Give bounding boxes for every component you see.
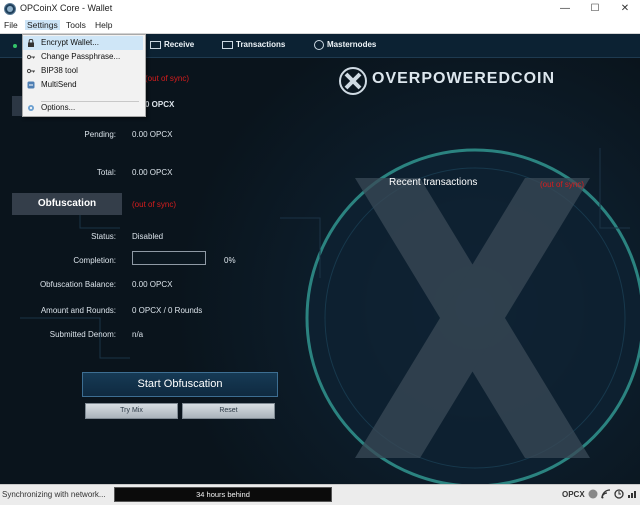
overview-dot-icon[interactable] <box>13 44 17 48</box>
unit-selector[interactable]: OPCX <box>562 490 585 499</box>
obfuscation-out-of-sync: (out of sync) <box>132 200 177 209</box>
sync-icon <box>614 489 624 499</box>
network-icon <box>628 491 636 498</box>
menu-file[interactable]: File <box>4 20 18 30</box>
pending-value: 0.00 OPCX <box>132 130 173 139</box>
sync-progress-bar: 34 hours behind <box>114 487 332 502</box>
menu-tools[interactable]: Tools <box>66 20 86 30</box>
nav-transactions[interactable]: Transactions <box>222 40 285 49</box>
menu-item-multisend[interactable]: MultiSend <box>23 78 143 92</box>
recent-transactions-title: Recent transactions <box>389 177 478 188</box>
total-label: Total: <box>96 168 116 177</box>
available-balance: 0 OPCX <box>145 100 175 109</box>
menu-settings[interactable]: Settings <box>25 20 60 30</box>
transactions-out-of-sync: (out of sync) <box>540 180 585 189</box>
amount-rounds-label: Amount and Rounds: <box>40 306 116 315</box>
status-bar: Synchronizing with network... 34 hours b… <box>0 484 640 505</box>
submitted-denom-value: n/a <box>132 330 144 339</box>
staking-icon <box>588 489 598 499</box>
app-icon <box>4 3 16 15</box>
start-obfuscation-button[interactable]: Start Obfuscation <box>82 372 278 397</box>
try-mix-button[interactable]: Try Mix <box>85 403 178 419</box>
pending-label: Pending: <box>84 130 116 139</box>
submitted-denom-label: Submitted Denom: <box>49 330 116 339</box>
menu-item-encrypt-wallet-label: Encrypt Wallet... <box>41 38 99 47</box>
menu-bar: File Settings Tools Help <box>0 18 640 34</box>
sync-status-text: Synchronizing with network... <box>2 490 106 499</box>
masternodes-icon <box>314 40 324 50</box>
minimize-button[interactable]: — <box>550 0 580 18</box>
total-value: 0.00 OPCX <box>132 168 173 177</box>
menu-item-encrypt-wallet[interactable]: Encrypt Wallet... <box>23 36 143 50</box>
transactions-icon <box>222 40 233 49</box>
title-bar: OPCoinX Core - Wallet — ☐ ✕ <box>0 0 640 18</box>
connections-icon <box>601 489 611 499</box>
maximize-button[interactable]: ☐ <box>580 0 610 18</box>
receive-icon <box>150 40 161 49</box>
brand-logo-text: OVERPOWEREDCOIN <box>372 70 556 87</box>
obfuscation-balance-label: Obfuscation Balance: <box>39 280 116 289</box>
nav-receive-label: Receive <box>164 40 195 49</box>
nav-masternodes-label: Masternodes <box>327 40 377 50</box>
amount-rounds-value: 0 OPCX / 0 Rounds <box>132 306 203 315</box>
reset-button[interactable]: Reset <box>182 403 275 419</box>
menu-item-bip38-tool[interactable]: BIP38 tool <box>23 64 143 78</box>
completion-progress-bar <box>132 251 206 265</box>
nav-receive[interactable]: Receive <box>150 40 194 49</box>
menu-help[interactable]: Help <box>95 20 112 30</box>
multisend-icon <box>27 81 35 89</box>
lock-icon <box>28 39 34 47</box>
window-title: OPCoinX Core - Wallet <box>20 3 113 13</box>
key-icon <box>27 54 35 60</box>
nav-transactions-label: Transactions <box>236 40 286 49</box>
menu-item-change-passphrase[interactable]: Change Passphrase... <box>23 50 143 64</box>
obfuscation-balance-value: 0.00 OPCX <box>132 280 173 289</box>
completion-label: Completion: <box>73 256 116 265</box>
background-x-watermark <box>20 148 640 484</box>
menu-item-options-label: Options... <box>41 103 76 112</box>
key-icon <box>27 68 35 74</box>
settings-dropdown-menu: Encrypt Wallet... Change Passphrase... B… <box>22 34 146 117</box>
close-button[interactable]: ✕ <box>610 0 640 18</box>
nav-masternodes[interactable]: Masternodes <box>314 40 376 50</box>
menu-item-options[interactable]: Options... <box>23 101 143 115</box>
status-value: Disabled <box>132 232 164 241</box>
status-label: Status: <box>91 232 116 241</box>
menu-item-bip38-tool-label: BIP38 tool <box>41 66 78 75</box>
completion-value: 0% <box>224 256 236 265</box>
menu-item-multisend-label: MultiSend <box>41 80 77 89</box>
balances-out-of-sync: (out of sync) <box>145 74 190 83</box>
options-icon <box>28 105 34 111</box>
overview-page: (out of sync) 0 OPCX Pending: 0.00 OPCX … <box>0 58 640 484</box>
obfuscation-header: Obfuscation <box>12 193 122 215</box>
menu-item-change-passphrase-label: Change Passphrase... <box>41 52 121 61</box>
overpoweredcoin-logo-icon <box>339 67 367 95</box>
